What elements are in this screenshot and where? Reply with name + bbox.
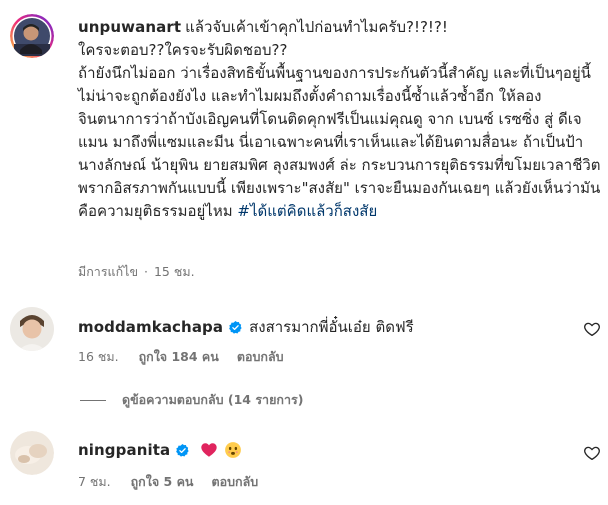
avatar-photo (10, 431, 54, 475)
comment-meta: 16 ชม. ถูกใจ 184 คน ตอบกลับ (78, 347, 284, 367)
like-heart-icon[interactable] (583, 320, 601, 338)
comment-meta: 7 ชม. ถูกใจ 5 คน ตอบกลับ (78, 472, 258, 492)
post-time[interactable]: 15 ชม. (154, 264, 195, 279)
comment-text: สงสารมากพี่อั๋นเอ๋ย ติดฟรี (249, 318, 414, 336)
verified-badge-icon (175, 443, 190, 458)
red-heart-icon (200, 441, 218, 459)
comment-time[interactable]: 7 ชม. (78, 474, 111, 489)
reply-button[interactable]: ตอบกลับ (211, 474, 258, 489)
post-username[interactable]: unpuwanart (78, 18, 181, 36)
comment-line: moddamkachapa สงสารมากพี่อั๋นเอ๋ย ติดฟรี (78, 316, 414, 338)
verified-badge-icon (228, 320, 243, 335)
caption-line-1: แล้วจับเค้าเข้าคุกไปก่อนทำไมครับ?!?!?! (185, 18, 448, 36)
reply-button[interactable]: ตอบกลับ (237, 349, 284, 364)
comment-username[interactable]: moddamkachapa (78, 316, 223, 338)
avatar-moddamkachapa[interactable] (10, 307, 54, 351)
like-heart-icon[interactable] (583, 444, 601, 462)
replies-divider (80, 399, 106, 401)
hashtag-link[interactable]: #ได้แต่คิดแล้วก็สงสัย (237, 202, 377, 220)
comment-line: ningpanita (78, 439, 242, 461)
avatar-photo (10, 14, 54, 58)
edited-label: มีการแก้ไข (78, 264, 138, 279)
view-replies-label: ดูข้อความตอบกลับ (14 รายการ) (122, 392, 304, 407)
avatar-ningpanita[interactable] (10, 431, 54, 475)
caption-line-3: ถ้ายังนึกไม่ออก ว่าเรื่องสิทธิขั้นพื้นฐา… (78, 64, 601, 220)
caption-text: unpuwanart แล้วจับเค้าเข้าคุกไปก่อนทำไมคร… (78, 16, 606, 223)
avatar-unpuwanart[interactable] (10, 14, 54, 58)
sad-face-icon (224, 441, 242, 459)
post-meta: มีการแก้ไข · 15 ชม. (78, 262, 195, 282)
comment-username[interactable]: ningpanita (78, 439, 170, 461)
caption-line-2: ใครจะตอบ??ใครจะรับผิดชอบ?? (78, 41, 288, 59)
comment-likes[interactable]: ถูกใจ 184 คน (139, 349, 219, 364)
comment-likes[interactable]: ถูกใจ 5 คน (131, 474, 194, 489)
meta-separator: · (144, 264, 148, 279)
view-replies-button[interactable]: ดูข้อความตอบกลับ (14 รายการ) (80, 390, 303, 410)
comment-time[interactable]: 16 ชม. (78, 349, 119, 364)
avatar-photo (10, 307, 54, 351)
